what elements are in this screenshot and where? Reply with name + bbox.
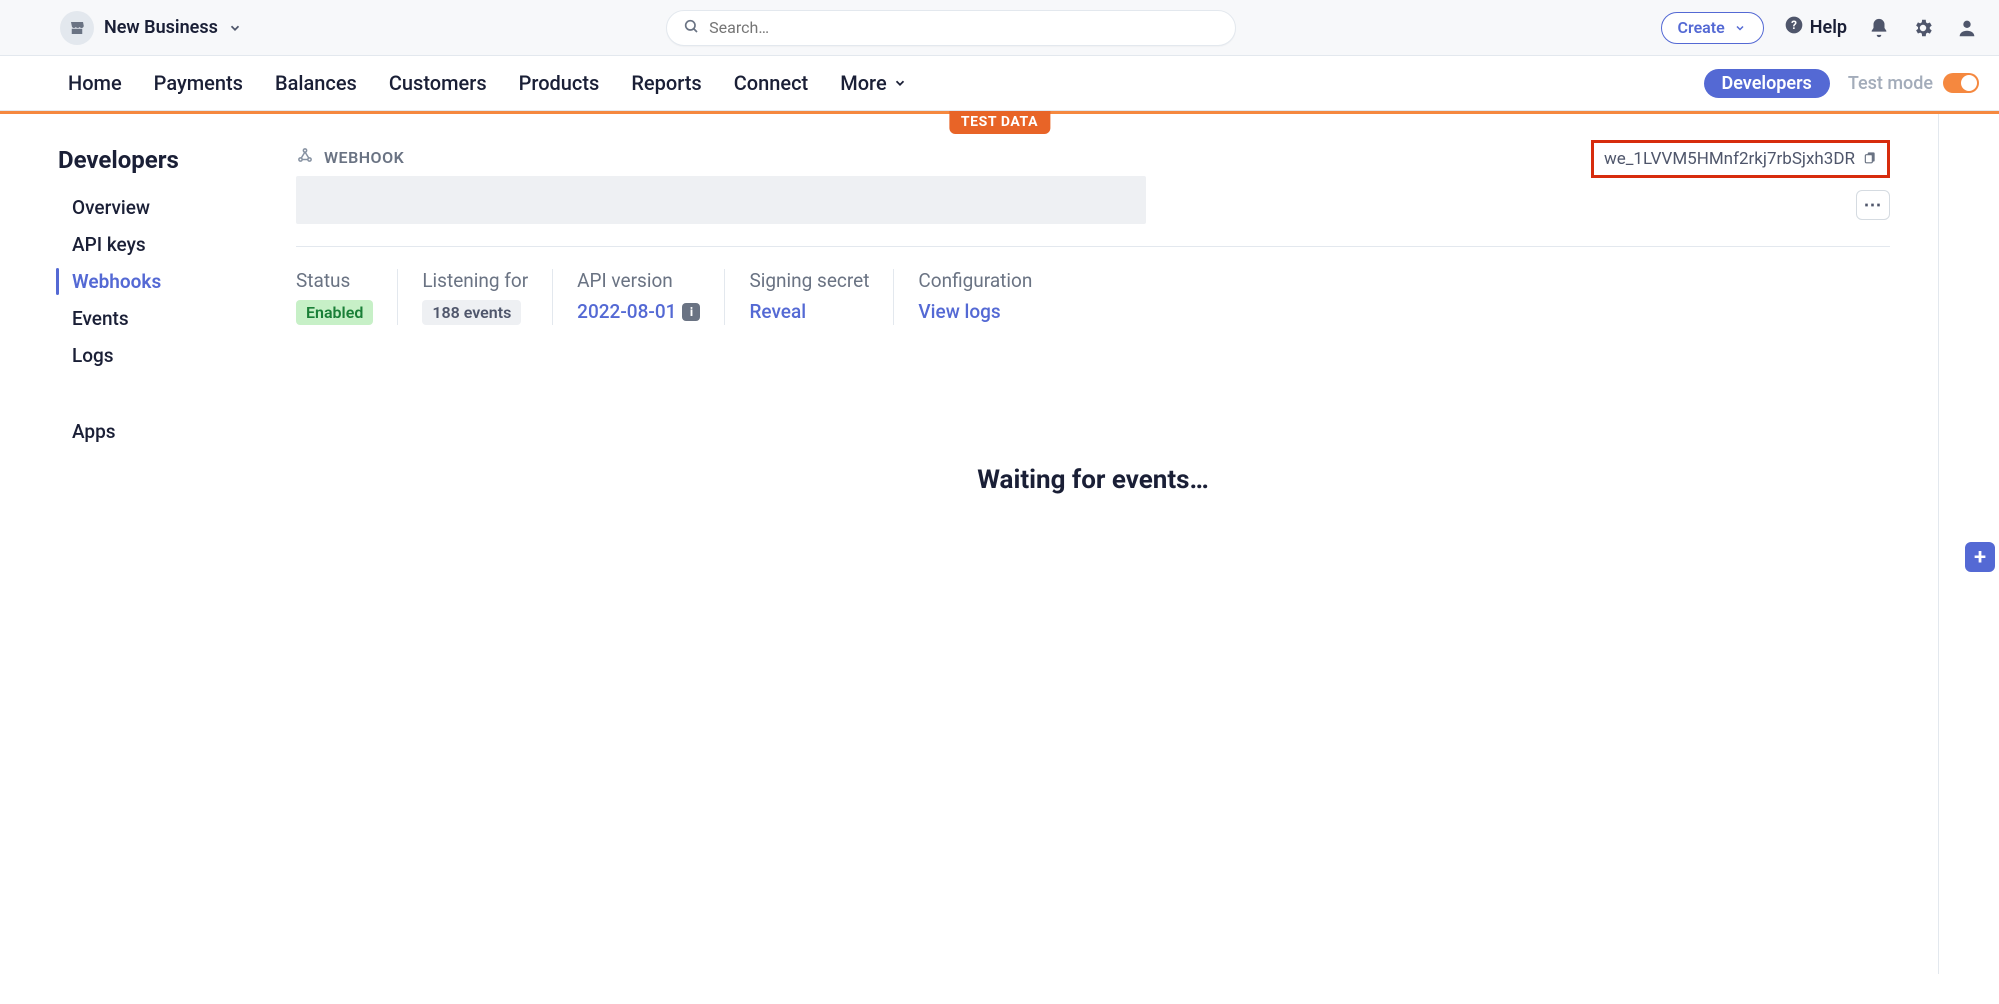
stat-listening: Listening for 188 events xyxy=(398,269,553,325)
stats-row: Status Enabled Listening for 188 events … xyxy=(296,269,1890,325)
nav-more-label: More xyxy=(840,71,886,95)
plus-icon: + xyxy=(1974,545,1986,570)
business-switcher[interactable]: New Business xyxy=(60,11,242,45)
toggle-on-icon[interactable] xyxy=(1943,73,1979,93)
test-mode-switch[interactable]: Test mode xyxy=(1848,73,1979,94)
nav-products[interactable]: Products xyxy=(519,71,600,95)
api-version-value: 2022-08-01 xyxy=(577,300,676,323)
sidebar-item-label: API keys xyxy=(72,233,146,256)
stat-label: Signing secret xyxy=(749,269,869,292)
notifications-button[interactable] xyxy=(1867,16,1891,40)
breadcrumb-label: WEBHOOK xyxy=(324,148,404,167)
info-icon: i xyxy=(682,303,700,321)
sidebar-item-overview[interactable]: Overview xyxy=(58,196,230,219)
help-link[interactable]: ? Help xyxy=(1784,15,1847,40)
search-icon xyxy=(683,18,699,38)
stat-configuration: Configuration View logs xyxy=(894,269,1056,325)
chevron-down-icon xyxy=(228,21,242,35)
clipboard-icon[interactable] xyxy=(1863,149,1877,169)
more-actions-button[interactable]: ⋯ xyxy=(1856,190,1890,220)
stat-label: Configuration xyxy=(918,269,1032,292)
content-header: WEBHOOK we_1LVVM5HMnf2rkj7rbSjxh3DR ⋯ xyxy=(296,146,1890,224)
sidebar-item-label: Apps xyxy=(72,420,116,443)
topbar-right: Create ? Help xyxy=(1661,12,1980,44)
nav-more[interactable]: More xyxy=(840,71,906,95)
status-badge: Enabled xyxy=(296,300,373,325)
stat-status: Status Enabled xyxy=(296,269,398,325)
chevron-down-icon xyxy=(893,76,907,90)
nav-customers[interactable]: Customers xyxy=(389,71,487,95)
divider xyxy=(296,246,1890,247)
sidebar-item-logs[interactable]: Logs xyxy=(58,344,230,367)
api-version-link[interactable]: 2022-08-01 i xyxy=(577,300,700,323)
stat-label: Listening for xyxy=(422,269,528,292)
floating-add-button[interactable]: + xyxy=(1965,542,1995,572)
chevron-down-icon xyxy=(1733,21,1747,35)
sidebar-item-webhooks[interactable]: Webhooks xyxy=(58,270,230,293)
sidebar-item-label: Webhooks xyxy=(72,270,161,293)
dots-icon: ⋯ xyxy=(1864,195,1883,216)
sidebar-item-events[interactable]: Events xyxy=(58,307,230,330)
nav-payments[interactable]: Payments xyxy=(154,71,243,95)
test-mode-strip: TEST DATA xyxy=(0,111,1999,114)
test-mode-label: Test mode xyxy=(1848,73,1933,94)
nav-home[interactable]: Home xyxy=(68,71,122,95)
stat-signing-secret: Signing secret Reveal xyxy=(725,269,894,325)
sidebar-item-label: Events xyxy=(72,307,129,330)
sidebar-divider xyxy=(58,399,230,400)
webhook-id: we_1LVVM5HMnf2rkj7rbSjxh3DR xyxy=(1604,149,1855,169)
stat-api-version: API version 2022-08-01 i xyxy=(553,269,725,325)
profile-button[interactable] xyxy=(1955,16,1979,40)
business-name: New Business xyxy=(104,17,218,38)
search-input[interactable] xyxy=(709,18,1219,37)
endpoint-url-redacted xyxy=(296,176,1146,224)
help-label: Help xyxy=(1810,17,1847,38)
search-bar[interactable] xyxy=(666,10,1236,46)
sidebar-item-apps[interactable]: Apps xyxy=(58,420,230,443)
help-icon: ? xyxy=(1784,15,1804,40)
nav-reports[interactable]: Reports xyxy=(631,71,701,95)
webhook-id-box[interactable]: we_1LVVM5HMnf2rkj7rbSjxh3DR xyxy=(1591,140,1890,178)
nav-balances[interactable]: Balances xyxy=(275,71,357,95)
svg-text:?: ? xyxy=(1791,18,1797,32)
reveal-secret-link[interactable]: Reveal xyxy=(749,300,806,323)
view-logs-link[interactable]: View logs xyxy=(918,300,1000,323)
nav-connect[interactable]: Connect xyxy=(734,71,808,95)
stat-label: API version xyxy=(577,269,700,292)
topbar: New Business Create ? Help xyxy=(0,0,1999,56)
sidebar-item-label: Overview xyxy=(72,196,150,219)
webhook-icon xyxy=(296,146,314,168)
main-nav: Home Payments Balances Customers Product… xyxy=(0,56,1999,111)
main-area: Developers Overview API keys Webhooks Ev… xyxy=(0,114,1999,974)
store-icon xyxy=(60,11,94,45)
settings-button[interactable] xyxy=(1911,16,1935,40)
waiting-heading: Waiting for events… xyxy=(296,465,1890,495)
nav-right: Developers Test mode xyxy=(1704,69,1979,98)
events-count-badge[interactable]: 188 events xyxy=(422,300,521,325)
stat-label: Status xyxy=(296,269,373,292)
sidebar-items: Overview API keys Webhooks Events Logs A… xyxy=(58,196,230,443)
content: WEBHOOK we_1LVVM5HMnf2rkj7rbSjxh3DR ⋯ St… xyxy=(230,114,1939,974)
create-button-label: Create xyxy=(1678,18,1725,37)
create-button[interactable]: Create xyxy=(1661,12,1764,44)
developers-pill[interactable]: Developers xyxy=(1704,69,1830,98)
sidebar-item-label: Logs xyxy=(72,344,114,367)
test-data-badge: TEST DATA xyxy=(949,111,1050,134)
sidebar-item-api-keys[interactable]: API keys xyxy=(58,233,230,256)
sidebar: Developers Overview API keys Webhooks Ev… xyxy=(0,114,230,974)
sidebar-title: Developers xyxy=(58,146,230,174)
